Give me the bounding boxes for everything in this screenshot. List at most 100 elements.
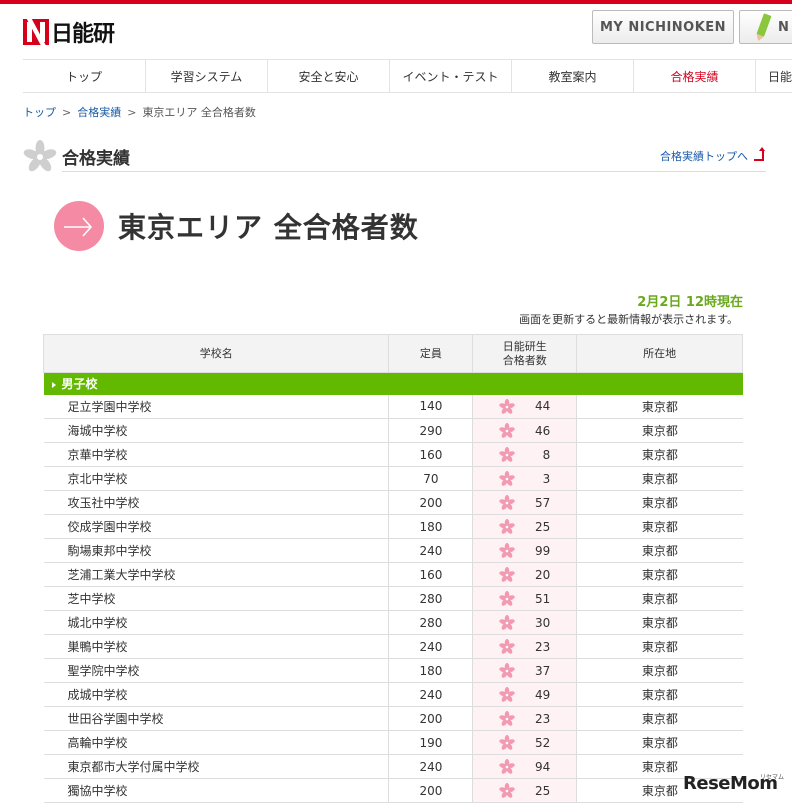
capacity-cell: 180 <box>388 658 474 683</box>
school-name[interactable]: 佼成学園中学校 <box>43 514 389 539</box>
school-name[interactable]: 高輪中学校 <box>43 730 389 755</box>
nichinoken-logo[interactable]: 日能研 <box>23 19 115 47</box>
passed-cell: 52 <box>472 730 578 755</box>
school-name[interactable]: 巣鴨中学校 <box>43 634 389 659</box>
global-nav: トップ 学習システム 安全と安心 イベント・テスト 教室案内 合格実績 日能 <box>23 59 792 93</box>
sakura-icon <box>23 140 57 172</box>
arrow-circle-icon <box>54 201 104 251</box>
passed-count: 8 <box>542 447 551 462</box>
capacity-cell: 200 <box>388 490 474 515</box>
school-name[interactable]: 駒場東邦中学校 <box>43 538 389 563</box>
my-nichinoken-button[interactable]: MY NICHINOKEN <box>592 10 734 44</box>
table-header-row: 学校名 定員 日能研生 合格者数 所在地 <box>42 334 743 373</box>
location-cell: 東京都 <box>576 562 743 587</box>
table-row: 獨協中学校 200 25 東京都 <box>43 778 743 803</box>
passed-count: 94 <box>534 759 551 774</box>
table-row: 芝浦工業大学中学校 160 20 東京都 <box>43 562 743 587</box>
mini-sakura-icon <box>499 543 516 558</box>
table-row: 聖学院中学校 180 37 東京都 <box>43 658 743 683</box>
gnav-item-results[interactable]: 合格実績 <box>633 60 755 92</box>
location-cell: 東京都 <box>576 586 743 611</box>
update-timestamp: 2月2日 12時現在 <box>637 295 743 310</box>
gnav-item-learning-system[interactable]: 学習システム <box>145 60 267 92</box>
header-location: 所在地 <box>576 334 743 373</box>
mini-sakura-icon <box>499 423 516 438</box>
category-row: 男子校 <box>43 372 743 395</box>
school-name[interactable]: 聖学院中学校 <box>43 658 389 683</box>
category-label: 男子校 <box>43 372 743 395</box>
location-cell: 東京都 <box>576 682 743 707</box>
school-name[interactable]: 世田谷学園中学校 <box>43 706 389 731</box>
school-name[interactable]: 芝中学校 <box>43 586 389 611</box>
breadcrumb-current: 東京エリア 全合格者数 <box>142 106 256 119</box>
secondary-top-button[interactable]: N <box>739 10 792 44</box>
top-accent-bar <box>0 0 792 4</box>
capacity-cell: 140 <box>388 394 474 419</box>
table-row: 成城中学校 240 49 東京都 <box>43 682 743 707</box>
capacity-cell: 160 <box>388 562 474 587</box>
school-name[interactable]: 海城中学校 <box>43 418 389 443</box>
location-cell: 東京都 <box>576 538 743 563</box>
school-name[interactable]: 城北中学校 <box>43 610 389 635</box>
passed-cell: 46 <box>472 418 578 443</box>
mini-sakura-icon <box>499 687 516 702</box>
school-name[interactable]: 東京都市大学付属中学校 <box>43 754 389 779</box>
page-title-block: 東京エリア 全合格者数 <box>54 201 419 251</box>
school-name[interactable]: 足立学園中学校 <box>43 394 389 419</box>
capacity-cell: 70 <box>388 466 474 491</box>
table-row: 高輪中学校 190 52 東京都 <box>43 730 743 755</box>
breadcrumb-results-link[interactable]: 合格実績 <box>77 104 121 120</box>
passed-cell: 20 <box>472 562 578 587</box>
return-arrow-icon <box>754 147 765 161</box>
category-arrow-icon <box>51 381 56 388</box>
mini-sakura-icon <box>499 495 516 510</box>
mini-sakura-icon <box>499 447 516 462</box>
passed-count: 99 <box>534 543 551 558</box>
capacity-cell: 160 <box>388 442 474 467</box>
capacity-cell: 240 <box>388 634 474 659</box>
passed-count: 44 <box>534 399 551 414</box>
results-top-link[interactable]: 合格実績トップへ <box>660 147 765 164</box>
gnav-item-top[interactable]: トップ <box>23 60 145 92</box>
location-cell: 東京都 <box>576 418 743 443</box>
page-title: 東京エリア 全合格者数 <box>118 211 419 244</box>
table-row: 攻玉社中学校 200 57 東京都 <box>43 490 743 515</box>
passed-cell: 23 <box>472 634 578 659</box>
passed-cell: 57 <box>472 490 578 515</box>
mini-sakura-icon <box>499 567 516 582</box>
gnav-item-classrooms[interactable]: 教室案内 <box>511 60 633 92</box>
location-cell: 東京都 <box>576 442 743 467</box>
passed-count: 20 <box>534 567 551 582</box>
school-name[interactable]: 芝浦工業大学中学校 <box>43 562 389 587</box>
mini-sakura-icon <box>499 471 516 486</box>
passed-count: 49 <box>534 687 551 702</box>
school-name[interactable]: 攻玉社中学校 <box>43 490 389 515</box>
school-name[interactable]: 京華中学校 <box>43 442 389 467</box>
results-table: 学校名 定員 日能研生 合格者数 所在地 男子校 足立学園中学校 140 44 東京都… <box>42 334 743 803</box>
passed-cell: 25 <box>472 778 578 803</box>
breadcrumb-home-link[interactable]: トップ <box>23 104 56 120</box>
gnav-item-events[interactable]: イベント・テスト <box>389 60 511 92</box>
table-row: 京華中学校 160 8 東京都 <box>43 442 743 467</box>
section-divider <box>62 171 766 172</box>
update-note: 画面を更新すると最新情報が表示されます。 <box>519 313 738 326</box>
school-name[interactable]: 京北中学校 <box>43 466 389 491</box>
mini-sakura-icon <box>499 519 516 534</box>
table-row: 東京都市大学付属中学校 240 94 東京都 <box>43 754 743 779</box>
gnav-item-nichinoken[interactable]: 日能 <box>755 60 792 92</box>
logo-text: 日能研 <box>51 22 115 47</box>
passed-cell: 37 <box>472 658 578 683</box>
school-name[interactable]: 獨協中学校 <box>43 778 389 803</box>
school-name[interactable]: 成城中学校 <box>43 682 389 707</box>
table-row: 海城中学校 290 46 東京都 <box>43 418 743 443</box>
passed-count: 25 <box>534 519 551 534</box>
mini-sakura-icon <box>499 591 516 606</box>
passed-cell: 25 <box>472 514 578 539</box>
breadcrumb: トップ > 合格実績 > 東京エリア 全合格者数 <box>23 104 256 120</box>
breadcrumb-separator: > <box>127 105 137 119</box>
pencil-icon <box>756 13 772 37</box>
table-row: 巣鴨中学校 240 23 東京都 <box>43 634 743 659</box>
capacity-cell: 280 <box>388 610 474 635</box>
gnav-item-safety[interactable]: 安全と安心 <box>267 60 389 92</box>
passed-cell: 99 <box>472 538 578 563</box>
